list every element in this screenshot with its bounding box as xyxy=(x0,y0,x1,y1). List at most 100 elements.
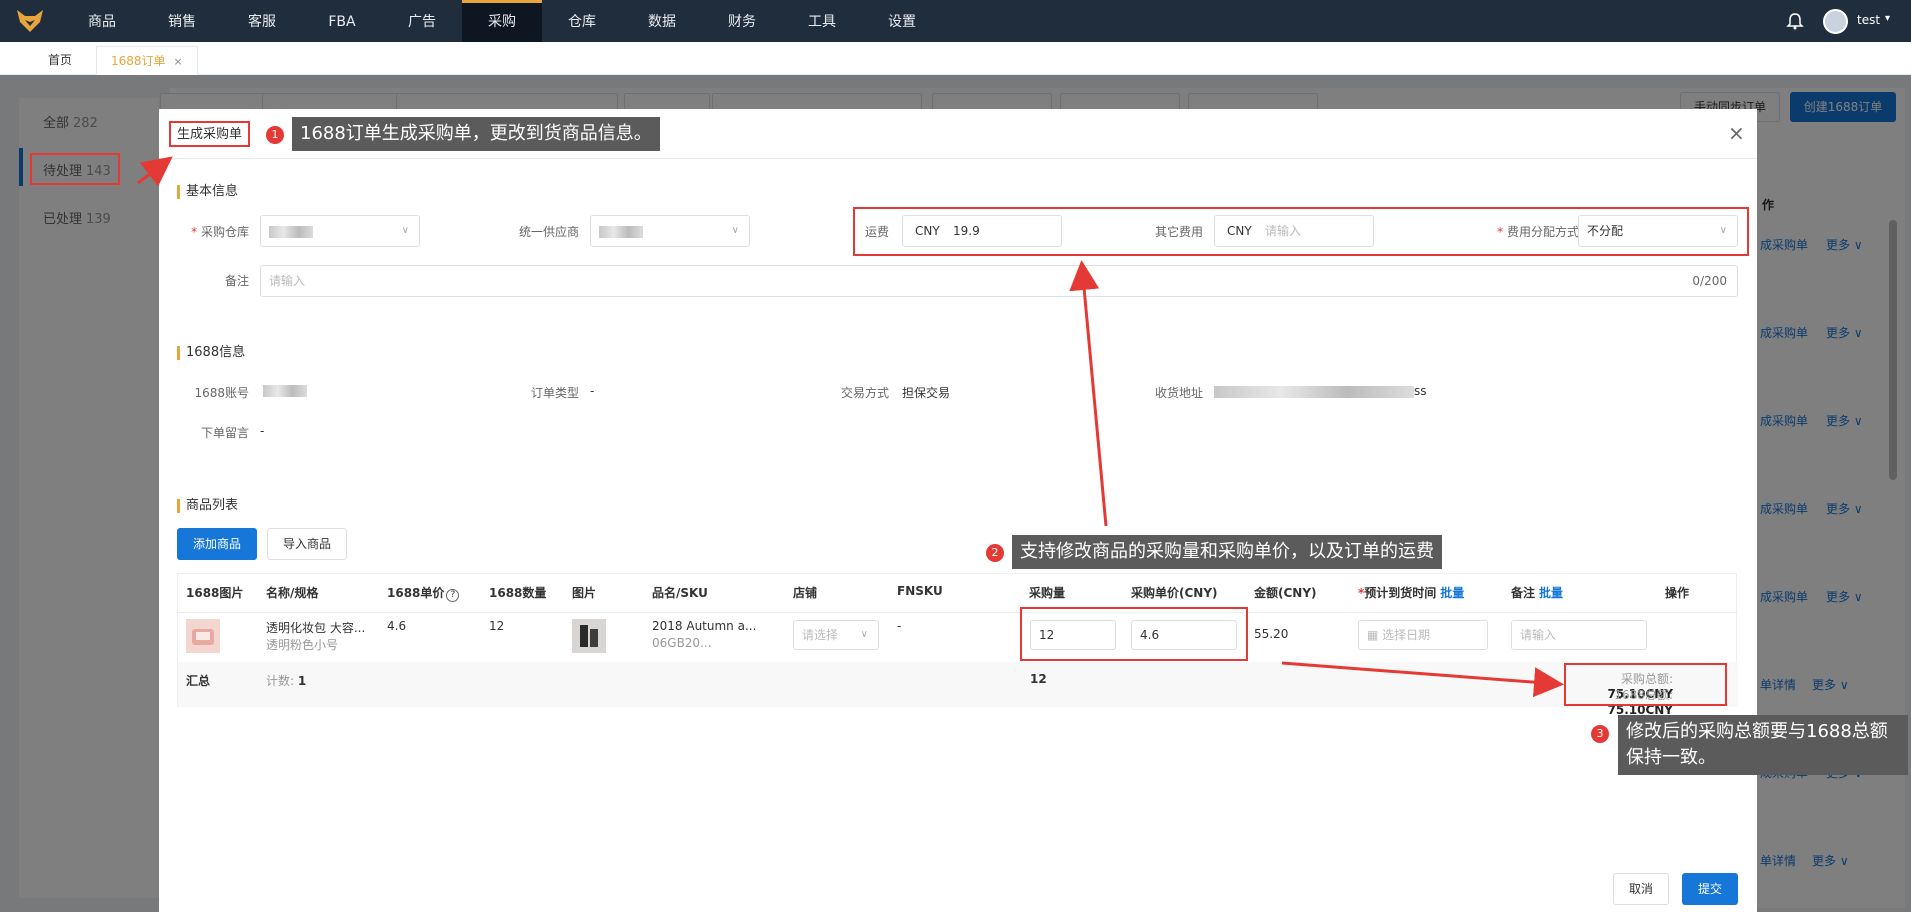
batch-eta-link[interactable]: 批量 xyxy=(1440,586,1464,600)
username[interactable]: test xyxy=(1857,13,1880,27)
tab-strip: 首页 1688订单 × xyxy=(0,42,1911,75)
address-value: ss xyxy=(1214,384,1427,398)
close-icon[interactable]: × xyxy=(174,55,183,68)
nav-item-finance[interactable]: 财务 xyxy=(702,0,782,42)
nav-item-warehouse[interactable]: 仓库 xyxy=(542,0,622,42)
product-image[interactable] xyxy=(572,619,606,653)
col-header-eta-text: 预计到货时间 xyxy=(1364,586,1437,600)
bell-icon[interactable] xyxy=(1786,12,1804,30)
amount-value: 55.20 xyxy=(1254,627,1289,641)
tab-1688-orders-label: 1688订单 xyxy=(111,54,166,68)
modal-title: 生成采购单 xyxy=(169,121,251,147)
nav-item-tools[interactable]: 工具 xyxy=(782,0,862,42)
col-header-remark: 备注 批量 xyxy=(1511,584,1563,601)
nav-item-settings[interactable]: 设置 xyxy=(862,0,942,42)
order-type-label: 订单类型 xyxy=(530,386,579,400)
col-header-name-spec: 名称/规格 xyxy=(266,586,319,600)
header-divider xyxy=(178,612,1738,613)
warehouse-label-text: 采购仓库 xyxy=(200,225,249,239)
col-header-remark-text: 备注 xyxy=(1511,586,1536,600)
warehouse-select[interactable]: ∨ xyxy=(260,215,420,247)
fnsku-value: - xyxy=(897,619,902,633)
col-header-1688-qty: 1688数量 xyxy=(489,586,547,600)
tab-home-label: 首页 xyxy=(48,53,73,67)
product-1688-image[interactable] xyxy=(186,619,220,653)
nav-item-ads[interactable]: 广告 xyxy=(382,0,462,42)
supplier-select[interactable]: ∨ xyxy=(590,215,750,247)
fox-logo-icon[interactable] xyxy=(16,8,44,34)
supplier-label: 统一供应商 xyxy=(518,225,579,239)
col-header-name-sku: 品名/SKU xyxy=(652,586,708,600)
product-name-sku: 2018 Autumn a... xyxy=(652,619,757,633)
annotation-badge-1: 1 xyxy=(266,126,284,144)
summary-count-label: 计数: xyxy=(266,674,295,688)
annotation-box-pending xyxy=(30,153,120,185)
cancel-button[interactable]: 取消 xyxy=(1613,873,1670,905)
col-header-store: 店铺 xyxy=(793,586,818,600)
col-header-image: 图片 xyxy=(572,586,597,600)
product-sku: 06GB20... xyxy=(652,636,712,650)
close-icon[interactable]: × xyxy=(1728,121,1745,145)
batch-remark-link[interactable]: 批量 xyxy=(1539,586,1563,600)
row-remark-placeholder: 请输入 xyxy=(1520,628,1557,642)
submit-button[interactable]: 提交 xyxy=(1682,873,1739,905)
summary-row: 汇总 计数: 1 12 采购总额: 75.10CNY 1688总额: 75.10… xyxy=(178,662,1738,717)
account-label: 1688账号 xyxy=(194,386,249,400)
order-type-value: - xyxy=(590,384,595,398)
col-header-1688-image: 1688图片 xyxy=(186,586,244,600)
nav-item-sales[interactable]: 销售 xyxy=(142,0,222,42)
col-header-purchase-qty: 采购量 xyxy=(1029,586,1066,600)
nav-item-products[interactable]: 商品 xyxy=(62,0,142,42)
col-header-actions: 操作 xyxy=(1665,586,1690,600)
chevron-down-icon[interactable]: ▾ xyxy=(1885,13,1890,24)
col-header-fnsku: FNSKU xyxy=(897,584,943,598)
store-placeholder: 请选择 xyxy=(802,628,839,642)
avatar[interactable] xyxy=(1823,9,1848,34)
chevron-down-icon: ∨ xyxy=(401,225,409,236)
nav-item-data[interactable]: 数据 xyxy=(622,0,702,42)
remark-char-count: 0/200 xyxy=(1692,274,1727,288)
import-product-button[interactable]: 导入商品 xyxy=(267,528,348,560)
annotation-badge-3: 3 xyxy=(1591,725,1609,743)
store-select[interactable]: 请选择 ∨ xyxy=(793,620,879,650)
col-header-eta: *预计到货时间 批量 xyxy=(1358,586,1465,600)
section-title-1688: 1688信息 xyxy=(177,346,245,360)
product-name: 透明化妆包 大容... xyxy=(266,621,366,635)
annotation-callout-3: 修改后的采购总额要与1688总额 保持一致。 xyxy=(1618,715,1908,775)
add-product-button[interactable]: 添加商品 xyxy=(177,528,258,560)
annotation-box-qty-price xyxy=(1020,607,1248,661)
summary-count-value: 1 xyxy=(297,674,307,688)
remark-input[interactable]: 请输入 0/200 xyxy=(260,265,1738,297)
chevron-down-icon: ∨ xyxy=(731,225,739,236)
section-title-products: 商品列表 xyxy=(177,499,238,513)
nav-item-purchase[interactable]: 采购 xyxy=(462,0,542,42)
chevron-down-icon: ∨ xyxy=(860,629,868,640)
tab-1688-orders[interactable]: 1688订单 × xyxy=(96,46,198,75)
nav-item-service[interactable]: 客服 xyxy=(222,0,302,42)
annotation-box-totals xyxy=(1564,663,1727,706)
calendar-icon: ▦ xyxy=(1367,628,1383,642)
message-value: - xyxy=(260,424,265,438)
col-header-1688-price: 1688单价? xyxy=(387,584,460,602)
address-tail: ss xyxy=(1414,384,1427,398)
tab-home[interactable]: 首页 xyxy=(34,46,86,75)
annotation-box-fees xyxy=(853,207,1749,256)
product-table: 1688图片 名称/规格 1688单价? 1688数量 图片 品名/SKU 店铺… xyxy=(177,573,1738,717)
address-label: 收货地址 xyxy=(1154,386,1203,400)
eta-date-picker[interactable]: ▦ 选择日期 xyxy=(1358,620,1488,650)
annotation-callout-3-line1: 修改后的采购总额要与1688总额 xyxy=(1626,721,1888,742)
product-spec: 透明粉色小号 xyxy=(266,638,339,652)
annotation-callout-1: 1688订单生成采购单，更改到货商品信息。 xyxy=(292,117,660,151)
redacted-value xyxy=(1214,385,1414,398)
nav-item-fba[interactable]: FBA xyxy=(302,0,382,42)
trade-label: 交易方式 xyxy=(840,386,889,400)
col-header-purchase-price: 采购单价(CNY) xyxy=(1131,586,1218,600)
warehouse-label: * 采购仓库 xyxy=(191,225,249,239)
qty-1688: 12 xyxy=(489,619,505,633)
row-remark-input[interactable]: 请输入 xyxy=(1511,620,1647,650)
redacted-value xyxy=(263,385,307,397)
summary-count: 计数: 1 xyxy=(266,672,306,689)
help-icon[interactable]: ? xyxy=(446,589,460,602)
trade-value: 担保交易 xyxy=(902,386,951,400)
col-header-amount: 金额(CNY) xyxy=(1254,586,1317,600)
